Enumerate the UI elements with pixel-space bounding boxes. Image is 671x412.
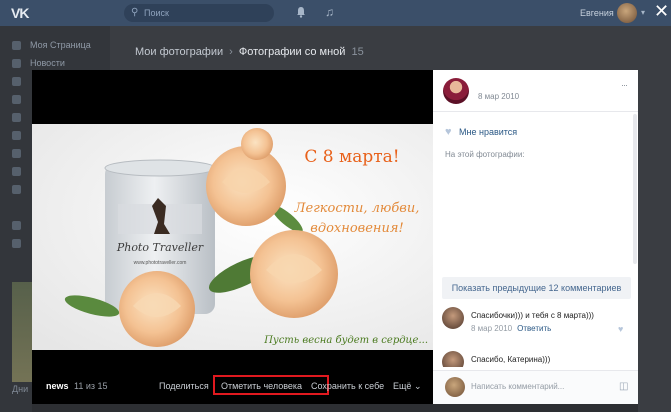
write-comment-bar: Написать комментарий... ◫ [433,370,638,404]
comment-date: 8 мар 2010 [471,324,513,333]
user-name[interactable]: Евгения [580,8,614,18]
chevron-right-icon: › [229,46,233,58]
comment-input[interactable]: Написать комментарий... [471,382,564,391]
bookmarks-icon [12,221,21,230]
reply-link[interactable]: Ответить [517,324,551,333]
comment-text: Спасибочки))) и тебя с 8 марта))) [471,311,594,320]
messages-icon [12,77,21,86]
on-this-photo-label: На этой фотографии: [445,150,525,159]
photo-side-panel: 8 мар 2010 ··· ♥ Мне нравится На этой фо… [433,70,638,404]
photos-icon [12,131,21,140]
more-options-icon[interactable]: ··· [621,80,628,90]
home-icon [12,41,21,50]
news-icon [12,59,21,68]
sidebar-item-label: Новости [30,58,65,68]
breadcrumb-parent[interactable]: Мои фотографии [135,46,223,58]
author-avatar[interactable] [443,78,469,104]
tag-person-label: Отметить человека [221,381,303,391]
save-to-mine-button[interactable]: Сохранить к себе [311,381,384,391]
comment-avatar[interactable] [442,307,464,329]
show-previous-comments-button[interactable]: Показать предыдущие 12 комментариев [442,277,631,299]
documents-icon [12,239,21,248]
search-box[interactable]: ⚲ Поиск [124,4,274,22]
games-icon [12,185,21,194]
rose [241,128,273,160]
photo-image[interactable]: Photo Traveller www.phototraveller.com С… [32,124,433,350]
sidebar-item-news[interactable]: Новости [12,58,108,70]
glass-url: www.phototraveller.com [134,260,187,266]
background-ad-text: Дни [12,384,29,394]
music-note-icon[interactable]: ♫ [325,5,334,19]
like-label: Мне нравится [459,127,518,137]
scrollbar[interactable] [633,114,637,264]
video-icon [12,167,21,176]
current-user-avatar [445,377,465,397]
photo-bottom-line: Пусть весна будет в сердце... [263,335,428,346]
sidebar-item-my-page[interactable]: Моя Страница [12,40,108,52]
viewer-bottom-bar: news 11 из 15 Поделиться Отметить челове… [32,370,433,404]
chevron-down-icon: ⌄ [413,381,422,391]
notifications-bell-icon[interactable] [296,6,306,18]
breadcrumb-count: 15 [351,46,364,58]
overlay-bottom-strip [32,404,638,412]
search-placeholder: Поиск [144,8,169,18]
comment-text: Спасибо, Катерина))) [471,355,551,364]
more-menu-button[interactable]: Ещё ⌄ [393,381,421,392]
friends-icon [12,95,21,104]
close-icon[interactable]: ✕ [654,1,669,21]
photo-viewer: Photo Traveller www.phototraveller.com С… [32,70,433,404]
breadcrumb: Мои фотографии › Фотографии со мной 15 [135,46,364,58]
photo-wish-line1: Легкости, любви, [294,201,420,216]
more-label: Ещё [393,381,412,391]
comment-meta: 8 мар 2010 Ответить [471,324,551,333]
breadcrumb-current: Фотографии со мной [238,46,346,58]
comment-like-icon[interactable]: ♥ [618,324,623,334]
glass-brand: Photo Traveller [116,241,204,254]
top-bar: VK ⚲ Поиск ♫ Евгения ▾ [0,0,671,26]
photo-wish-line2: вдохновения! [310,221,403,236]
heart-icon: ♥ [445,126,452,138]
chevron-down-icon[interactable]: ▾ [641,8,645,17]
comment-item: Спасибочки))) и тебя с 8 марта))) 8 мар … [442,307,632,339]
music-icon [12,149,21,158]
photo-counter: 11 из 15 [74,381,108,391]
camera-icon[interactable]: ◫ [619,381,628,392]
search-icon: ⚲ [131,7,139,18]
overlay-right-strip [638,26,671,412]
background-ad-thumbnail [12,282,32,382]
share-button[interactable]: Поделиться [159,381,209,391]
sidebar-item-label: Моя Страница [30,40,91,50]
groups-icon [12,113,21,122]
post-header: 8 мар 2010 ··· [433,70,638,112]
album-name[interactable]: news [46,381,69,391]
photo-headline: С 8 марта! [304,147,399,167]
comment-avatar[interactable] [442,351,464,367]
user-avatar[interactable] [617,3,637,23]
post-date: 8 мар 2010 [478,92,520,101]
comment-item: Спасибо, Катерина))) [442,351,632,367]
vk-logo[interactable]: VK [11,5,33,21]
